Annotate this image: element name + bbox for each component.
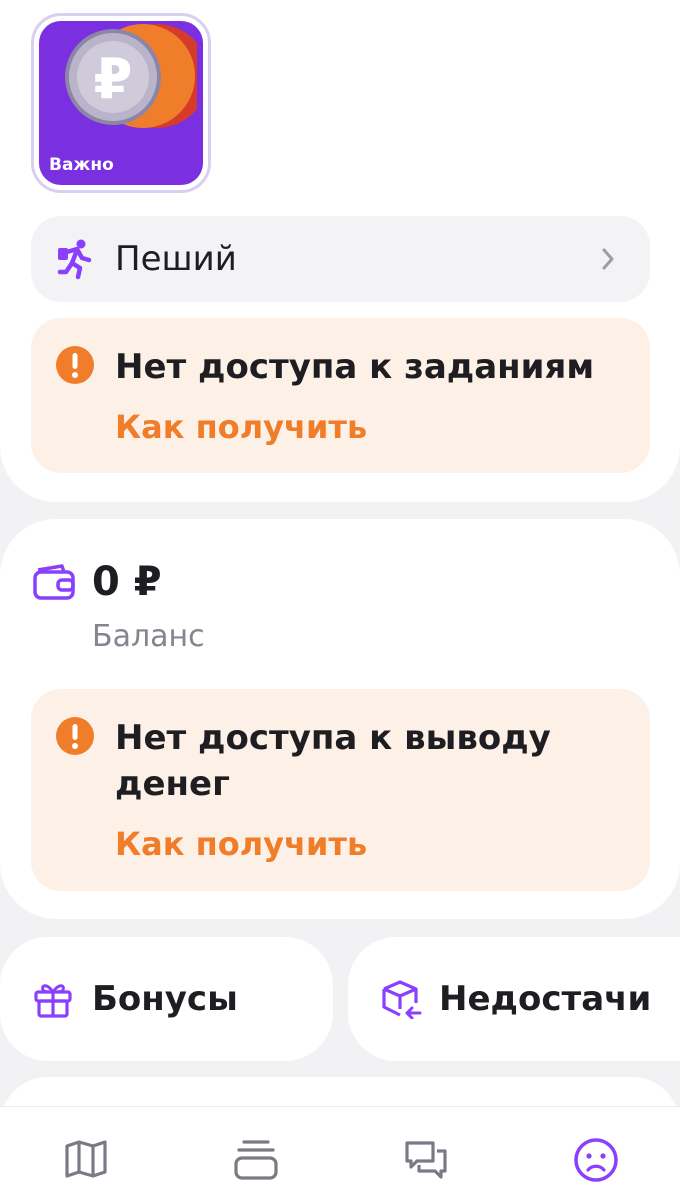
chevron-right-icon [600, 247, 616, 275]
svg-text:₽: ₽ [94, 47, 133, 112]
balance-label: Баланс [92, 619, 205, 654]
story-important[interactable]: ₽ Важно [31, 13, 211, 193]
wallet-icon [32, 564, 76, 604]
story-label: Важно [49, 155, 114, 175]
alert-icon [55, 345, 95, 389]
warning-title: Нет доступа к заданиям [115, 347, 595, 387]
balance-value: 0 ₽ [92, 559, 162, 605]
box-return-icon [380, 979, 424, 1023]
bottom-tab-bar [0, 1106, 680, 1200]
how-to-get-link[interactable]: Как получить [115, 823, 367, 865]
profile-icon[interactable] [573, 1137, 619, 1187]
profile-card: ₽ Важно Пеший Нет доступа к заданиям Как… [0, 0, 680, 502]
tasks-access-warning: Нет доступа к заданиям Как получить [31, 318, 650, 473]
how-to-get-link[interactable]: Как получить [115, 406, 367, 448]
stack-icon[interactable] [234, 1139, 278, 1185]
bonuses-label: Бонусы [92, 979, 238, 1019]
warning-title: Нет доступа к выводу денег [115, 718, 551, 804]
gift-icon [33, 979, 73, 1023]
shortages-label: Недостачи [439, 979, 652, 1019]
transport-type-label: Пеший [115, 239, 237, 279]
bonuses-tile[interactable]: Бонусы [0, 937, 333, 1061]
withdrawal-access-warning: Нет доступа к выводу денег Как получить [31, 689, 650, 891]
map-icon[interactable] [64, 1139, 108, 1183]
balance-card: 0 ₽ Баланс Нет доступа к выводу денег Ка… [0, 519, 680, 919]
chat-icon[interactable] [403, 1139, 449, 1185]
transport-type-row[interactable]: Пеший [31, 216, 650, 302]
walker-icon [55, 238, 97, 284]
shortages-tile[interactable]: Недостачи [348, 937, 680, 1061]
alert-icon [55, 716, 95, 760]
story-thumbnail: ₽ Важно [39, 21, 203, 185]
